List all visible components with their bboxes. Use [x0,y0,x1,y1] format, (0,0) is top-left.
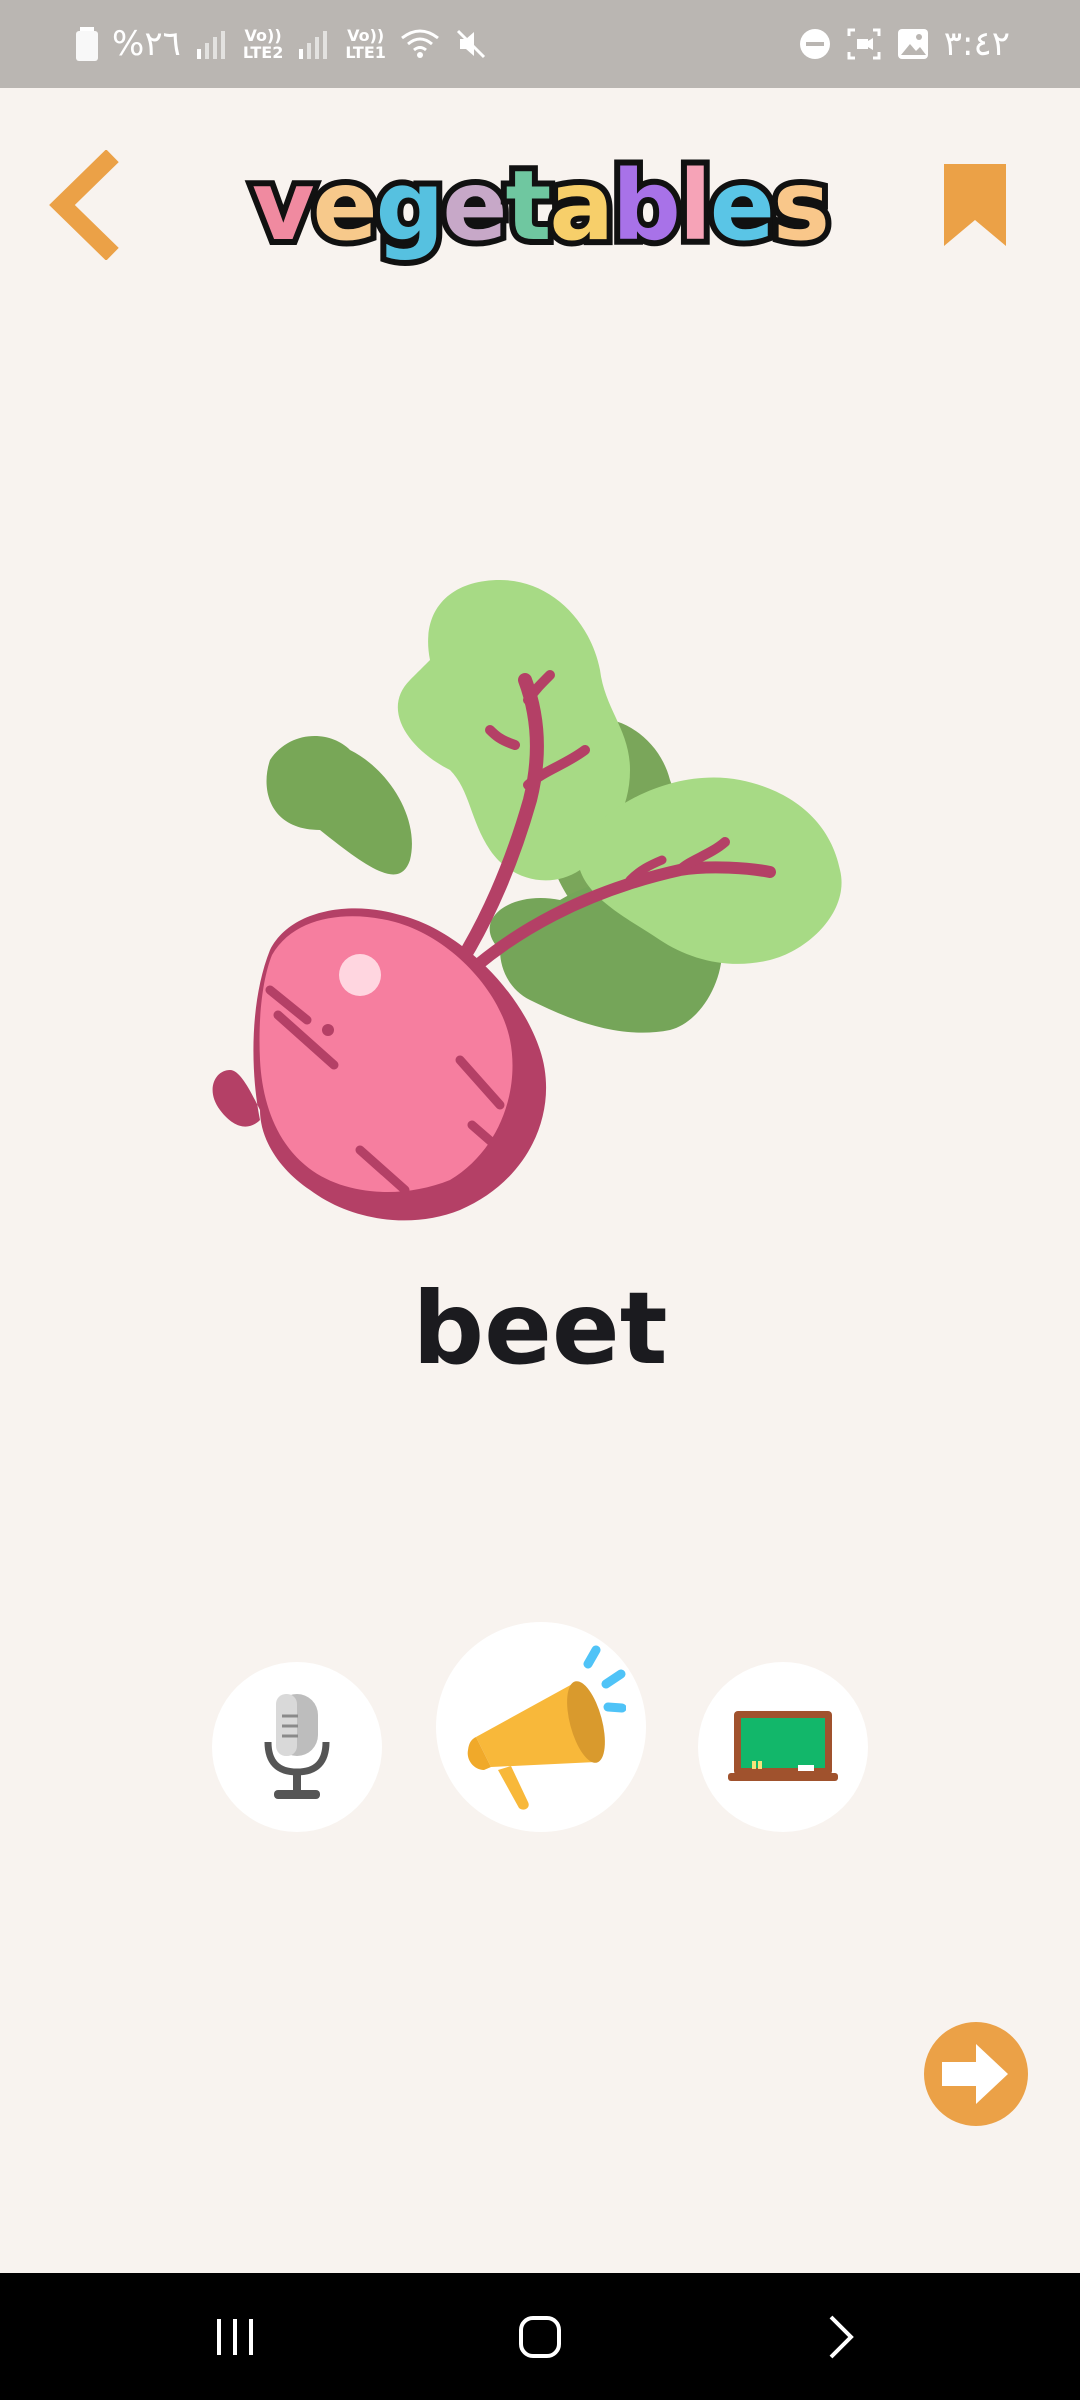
bookmark-button[interactable] [940,160,1010,250]
arrow-right-icon [924,2022,1028,2126]
do-not-disturb-icon [798,27,832,61]
status-right: ٣:٤٢ [798,24,1010,64]
home-icon [519,2315,561,2358]
gallery-icon [896,27,930,61]
title-letter: e [704,144,781,268]
bookmark-icon [944,164,1006,246]
record-button[interactable] [212,1662,382,1832]
title-letter: v [246,144,320,268]
screen-record-icon [846,27,882,61]
home-button[interactable] [490,2273,590,2400]
clock: ٣:٤٢ [943,24,1010,64]
signal-icon [195,29,229,59]
beet-illustration [210,570,890,1250]
page-title: vegetables [0,144,1080,268]
vocabulary-word: beet [412,1270,668,1387]
title-letter: a [543,144,620,268]
title-letter: b [606,144,687,268]
megaphone-icon [467,1645,626,1810]
title-letter: s [767,144,836,268]
wifi-icon [400,28,440,60]
title-letter: e [436,144,513,268]
network-1-label: Vo)) LTE1 [345,26,386,62]
speak-button[interactable] [436,1622,646,1832]
title-letter: t [499,144,557,268]
microphone-icon [264,1694,330,1799]
title-letter: e [307,144,384,268]
back-nav-button[interactable] [796,2273,886,2400]
status-left: %٢٦ Vo)) LTE2 Vo)) LTE1 [76,24,488,64]
next-button[interactable] [924,2022,1028,2126]
title-letter: l [673,144,718,268]
status-bar: %٢٦ Vo)) LTE2 Vo)) LTE1 ٣:٤٢ [0,0,1080,88]
battery-icon [76,27,98,61]
recent-apps-icon [217,2318,253,2355]
network-2-label: Vo)) LTE2 [242,26,284,62]
title-letter: g [370,144,451,268]
recent-apps-button[interactable] [190,2273,280,2400]
system-navigation-bar [0,2273,1080,2400]
mute-icon [454,27,488,61]
chevron-right-icon [829,2315,854,2358]
chalkboard-icon [728,1711,838,1781]
signal-icon [297,29,331,59]
quiz-board-button[interactable] [698,1662,868,1832]
battery-text: %٢٦ [112,24,181,64]
